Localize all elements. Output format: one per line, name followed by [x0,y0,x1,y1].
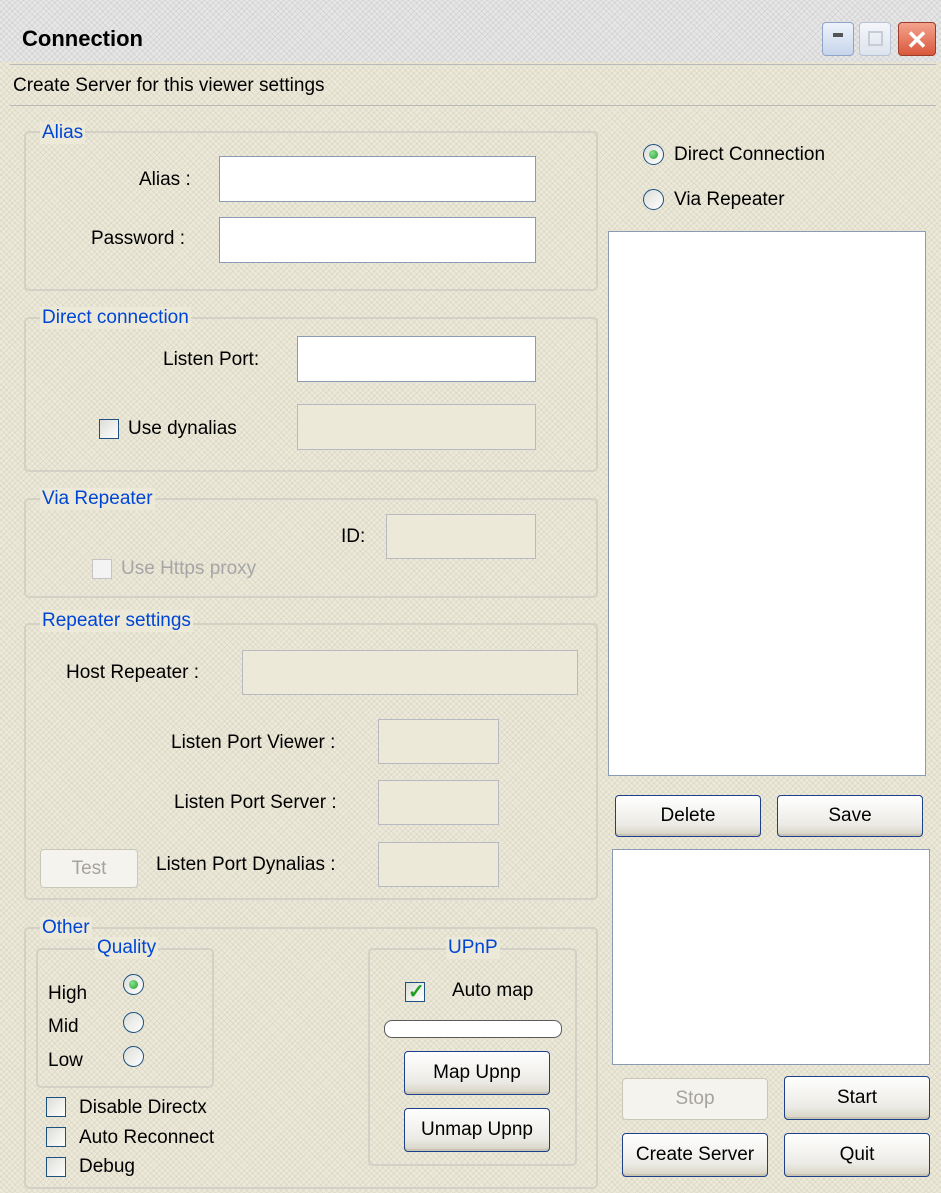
quality-low-label: Low [48,1050,83,1071]
close-button[interactable]: ✕ [898,22,936,56]
host-repeater-input [242,650,578,695]
disable-directx-label: Disable Directx [79,1097,207,1118]
stop-button-label: Stop [675,1088,715,1109]
quality-legend: Quality [95,937,159,959]
use-dynalias-label: Use dynalias [128,418,237,439]
test-button: Test [40,849,138,888]
via-repeater-legend: Via Repeater [40,488,155,510]
alias-label: Alias : [139,169,191,190]
alias-group-legend: Alias [40,122,86,144]
quit-button-label: Quit [839,1144,875,1165]
direct-connection-radio-label: Direct Connection [674,144,826,165]
minimize-button[interactable] [822,22,854,56]
host-repeater-label: Host Repeater : [66,662,200,683]
debug-label: Debug [79,1156,135,1177]
unmap-upnp-button[interactable]: Unmap Upnp [404,1108,550,1152]
use-https-proxy-label: Use Https proxy [121,558,257,579]
create-server-button-label: Create Server [635,1144,755,1165]
debug-checkbox[interactable] [46,1157,66,1177]
password-input[interactable] [219,217,536,263]
window-title: Connection [22,26,143,51]
save-button-label: Save [828,805,872,826]
listen-port-input[interactable] [297,336,536,382]
maximize-button [859,22,891,56]
title-bar[interactable]: Connection ✕ [0,0,941,62]
use-dynalias-checkbox[interactable] [99,419,119,439]
maximize-icon [868,31,883,46]
repeater-id-input [386,514,536,559]
start-button[interactable]: Start [784,1076,930,1120]
auto-reconnect-checkbox[interactable] [46,1127,66,1147]
password-label: Password : [91,228,185,249]
test-button-label: Test [71,857,107,879]
listen-port-viewer-input [378,719,499,764]
map-upnp-label: Map Upnp [433,1062,521,1083]
repeater-id-label: ID: [341,526,366,547]
start-button-label: Start [836,1087,878,1108]
check-mark-icon: ✓ [408,981,425,1003]
upnp-legend: UPnP [446,937,500,959]
quality-mid-radio[interactable] [123,1012,144,1033]
listen-port-dynalias-input [378,842,499,887]
disable-directx-checkbox[interactable] [46,1097,66,1117]
delete-button-label: Delete [660,805,716,826]
window-subtitle: Create Server for this viewer settings [13,75,325,96]
via-repeater-radio-label: Via Repeater [674,189,785,210]
quality-high-radio[interactable] [123,974,144,995]
direct-connection-radio[interactable] [643,144,664,165]
auto-reconnect-label: Auto Reconnect [79,1127,215,1148]
quality-high-label: High [48,983,88,1004]
upnp-progress-bar [384,1020,562,1038]
close-icon: ✕ [906,25,928,55]
use-https-proxy-checkbox [92,559,112,579]
listen-port-label: Listen Port: [163,349,260,370]
alias-input[interactable] [219,156,536,202]
delete-button[interactable]: Delete [615,795,761,837]
direct-connection-legend: Direct connection [40,307,191,329]
map-upnp-button[interactable]: Map Upnp [404,1051,550,1095]
repeater-settings-legend: Repeater settings [40,610,193,632]
create-server-button[interactable]: Create Server [622,1133,768,1177]
listen-port-dynalias-label: Listen Port Dynalias : [156,854,336,875]
minimize-icon [833,33,843,37]
alias-group [24,131,598,291]
listen-port-server-label: Listen Port Server : [174,792,337,813]
listen-port-viewer-label: Listen Port Viewer : [171,732,336,753]
radio-selected-dot [649,150,658,159]
stop-button: Stop [622,1078,768,1120]
auto-map-label: Auto map [452,980,534,1001]
save-button[interactable]: Save [777,795,923,837]
quit-button[interactable]: Quit [784,1133,930,1177]
quality-low-radio[interactable] [123,1046,144,1067]
dynalias-input [297,404,536,450]
via-repeater-radio[interactable] [643,189,664,210]
radio-selected-dot [129,980,138,989]
unmap-upnp-label: Unmap Upnp [421,1119,533,1140]
connection-window: Connection ✕ Create Server for this view… [0,0,941,1193]
quality-mid-label: Mid [48,1016,79,1037]
saved-servers-list[interactable] [608,231,926,776]
other-legend: Other [40,917,92,939]
listen-port-server-input [378,780,499,825]
auto-map-checkbox[interactable]: ✓ [405,981,425,1003]
log-list[interactable] [612,849,930,1065]
